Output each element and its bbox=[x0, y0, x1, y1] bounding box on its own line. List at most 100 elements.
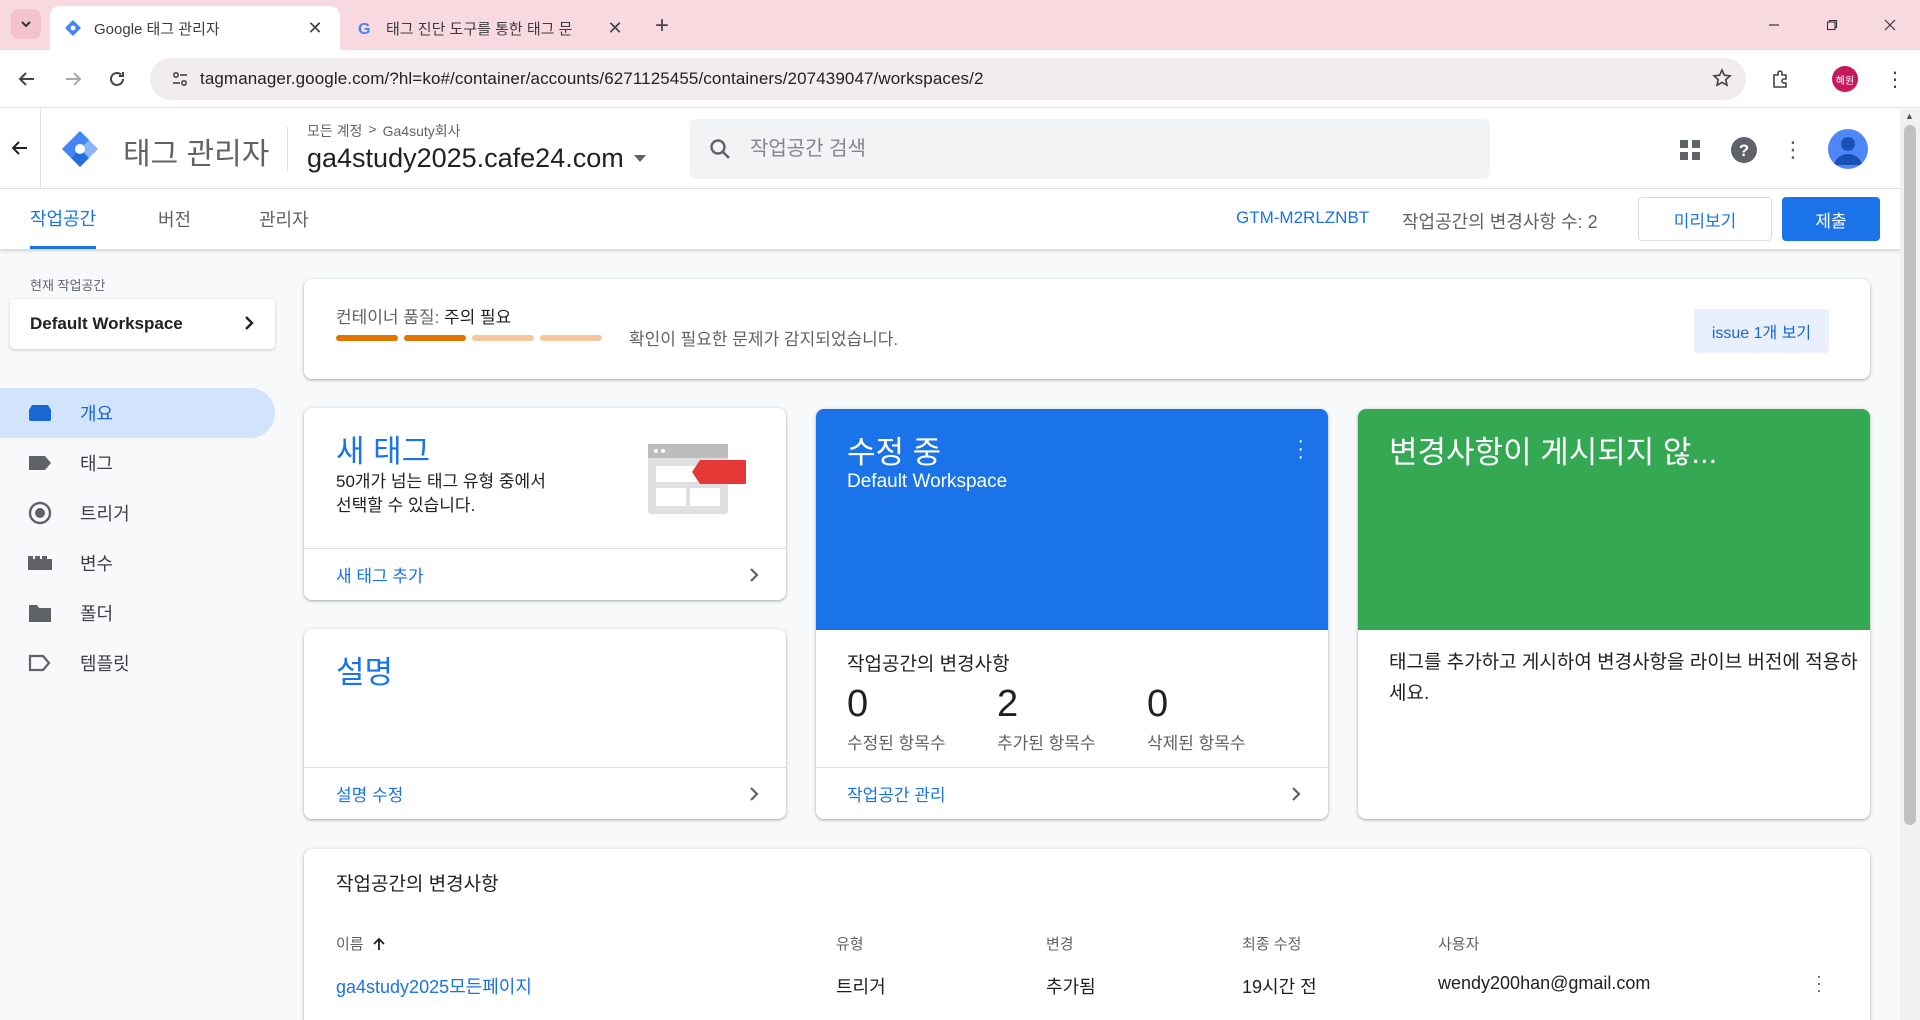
row-modified: 19시간 전 bbox=[1242, 977, 1317, 997]
gtm-favicon-icon bbox=[64, 19, 82, 37]
workspace-search[interactable] bbox=[690, 119, 1490, 179]
help-icon[interactable]: ? bbox=[1729, 135, 1759, 165]
restore-window-icon[interactable] bbox=[1812, 10, 1852, 40]
row-name[interactable]: ga4study2025모든페이지 bbox=[336, 973, 532, 999]
sidebar-item-overview[interactable]: 개요 bbox=[0, 388, 275, 438]
sidebar-item-folders[interactable]: 폴더 bbox=[0, 588, 275, 638]
container-id[interactable]: GTM-M2RLZNBT bbox=[1236, 208, 1369, 228]
chevron-right-icon bbox=[750, 568, 759, 582]
minimize-window-icon[interactable] bbox=[1754, 10, 1794, 40]
tab-workspace[interactable]: 작업공간 bbox=[30, 189, 97, 249]
scroll-up-icon[interactable]: ▲ bbox=[1905, 111, 1914, 121]
close-tab-icon[interactable]: ✕ bbox=[304, 17, 326, 39]
sort-ascending-icon bbox=[372, 937, 385, 950]
quality-status: 주의 필요 bbox=[444, 308, 512, 327]
workspace-subnav: 작업공간 버전 관리자 GTM-M2RLZNBT 작업공간의 변경사항 수: 2… bbox=[0, 189, 1900, 249]
scrollbar-thumb[interactable] bbox=[1904, 125, 1916, 825]
chevron-right-icon bbox=[1292, 787, 1301, 801]
tab-title: 태그 진단 도구를 통한 태그 문 bbox=[386, 20, 573, 38]
back-arrow-icon[interactable] bbox=[8, 136, 32, 160]
browser-profile-avatar[interactable]: 혜원 bbox=[1832, 66, 1858, 92]
forward-icon[interactable] bbox=[58, 64, 88, 94]
search-icon bbox=[690, 137, 750, 161]
more-options-icon[interactable]: ⋮ bbox=[1778, 135, 1808, 165]
add-new-tag-link[interactable]: 새 태그 추가 bbox=[304, 548, 786, 600]
edit-description-link[interactable]: 설명 수정 bbox=[304, 767, 786, 819]
page-scrollbar[interactable]: ▲ bbox=[1900, 109, 1920, 1020]
address-bar[interactable]: tagmanager.google.com/?hl=ko#/container/… bbox=[150, 58, 1746, 100]
workspace-picker[interactable]: Default Workspace bbox=[10, 299, 275, 349]
extensions-puzzle-icon[interactable] bbox=[1766, 64, 1796, 94]
tab-versions[interactable]: 버전 bbox=[158, 189, 191, 249]
breadcrumb-all-accounts[interactable]: 모든 계정 bbox=[307, 121, 362, 141]
workspace-name: Default Workspace bbox=[30, 314, 183, 333]
sidebar-item-tags[interactable]: 태그 bbox=[0, 438, 275, 488]
browser-tab[interactable]: G 태그 진단 도구를 통한 태그 문 ✕ bbox=[342, 6, 640, 50]
column-header-type[interactable]: 유형 bbox=[836, 933, 864, 954]
url-text: tagmanager.google.com/?hl=ko#/container/… bbox=[200, 69, 984, 88]
quality-segment bbox=[472, 335, 534, 341]
view-issues-button[interactable]: issue 1개 보기 bbox=[1694, 309, 1829, 353]
stat-added-value: 2 bbox=[997, 683, 1019, 725]
close-tab-icon[interactable]: ✕ bbox=[604, 17, 626, 39]
new-tab-button[interactable]: + bbox=[648, 12, 676, 40]
column-header-user[interactable]: 사용자 bbox=[1438, 933, 1479, 954]
account-avatar[interactable] bbox=[1828, 129, 1868, 169]
container-selector[interactable]: ga4study2025.cafe24.com bbox=[307, 143, 646, 174]
row-user: wendy200han@gmail.com bbox=[1438, 973, 1651, 993]
column-header-name[interactable]: 이름 bbox=[336, 933, 386, 954]
stat-modified-value: 0 bbox=[847, 683, 869, 725]
gtm-logo-icon[interactable] bbox=[60, 129, 100, 169]
apps-grid-icon[interactable] bbox=[1675, 135, 1705, 165]
browser-menu-icon[interactable]: ⋮ bbox=[1880, 64, 1910, 94]
row-menu-icon[interactable]: · · · bbox=[1816, 967, 1822, 999]
tab-admin[interactable]: 관리자 bbox=[259, 189, 309, 249]
svg-text:?: ? bbox=[1739, 141, 1749, 160]
submit-button[interactable]: 제출 bbox=[1782, 197, 1880, 241]
preview-button[interactable]: 미리보기 bbox=[1638, 197, 1772, 241]
reload-icon[interactable] bbox=[102, 64, 132, 94]
column-label: 이름 bbox=[336, 936, 364, 953]
back-icon[interactable] bbox=[12, 64, 42, 94]
breadcrumb: 모든 계정 > Ga4suty회사 bbox=[307, 121, 461, 141]
current-workspace-label: 현재 작업공간 bbox=[30, 278, 106, 293]
new-tag-description: 50개가 넘는 태그 유형 중에서 선택할 수 있습니다. bbox=[336, 470, 546, 518]
description-line: 선택할 수 있습니다. bbox=[336, 496, 476, 515]
sidebar-item-label: 변수 bbox=[80, 554, 114, 574]
editing-hero: 수정 중 Default Workspace · · · bbox=[816, 409, 1328, 630]
close-window-icon[interactable] bbox=[1870, 10, 1910, 40]
unpublished-description: 태그를 추가하고 게시하여 변경사항을 라이브 버전에 적용하세요. bbox=[1389, 652, 1858, 704]
description-title[interactable]: 설명 bbox=[336, 647, 393, 692]
row-change: 추가됨 bbox=[1046, 977, 1096, 997]
stat-added-label: 추가된 항목수 bbox=[997, 734, 1096, 753]
gtm-header: 태그 관리자 모든 계정 > Ga4suty회사 ga4study2025.ca… bbox=[0, 109, 1900, 189]
workspace-changes-table: 작업공간의 변경사항 이름 유형 변경 최종 수정 사용자 ga4study20… bbox=[304, 849, 1870, 1020]
browser-tab-active[interactable]: Google 태그 관리자 ✕ bbox=[50, 6, 340, 50]
tab-title: Google 태그 관리자 bbox=[94, 20, 220, 38]
product-name[interactable]: 태그 관리자 bbox=[123, 129, 269, 173]
breadcrumb-separator: > bbox=[368, 121, 377, 137]
chevron-down-icon bbox=[21, 21, 31, 28]
manage-workspace-link[interactable]: 작업공간 관리 bbox=[816, 767, 1328, 819]
chevron-right-icon bbox=[245, 316, 254, 330]
breadcrumb-account[interactable]: Ga4suty회사 bbox=[383, 121, 461, 141]
sidebar-item-label: 트리거 bbox=[80, 504, 130, 524]
column-header-modified[interactable]: 최종 수정 bbox=[1242, 933, 1301, 954]
sidebar-item-label: 템플릿 bbox=[80, 654, 130, 674]
template-icon bbox=[0, 654, 80, 672]
bookmark-star-icon[interactable] bbox=[1712, 68, 1732, 93]
site-info-icon[interactable] bbox=[160, 70, 200, 88]
footer-link-label: 새 태그 추가 bbox=[336, 567, 424, 586]
quality-segment bbox=[404, 335, 466, 341]
column-header-change[interactable]: 변경 bbox=[1046, 933, 1074, 954]
sidebar-item-label: 개요 bbox=[80, 404, 114, 424]
new-tag-title[interactable]: 새 태그 bbox=[336, 426, 430, 471]
sidebar-item-templates[interactable]: 템플릿 bbox=[0, 638, 275, 688]
tab-search-button[interactable] bbox=[11, 9, 41, 39]
stat-modified-label: 수정된 항목수 bbox=[847, 734, 946, 753]
search-input[interactable] bbox=[750, 137, 1450, 161]
card-menu-icon[interactable]: · · · bbox=[1297, 431, 1304, 467]
overview-icon bbox=[0, 404, 80, 422]
sidebar-item-variables[interactable]: 변수 bbox=[0, 538, 275, 588]
sidebar-item-triggers[interactable]: 트리거 bbox=[0, 488, 275, 538]
